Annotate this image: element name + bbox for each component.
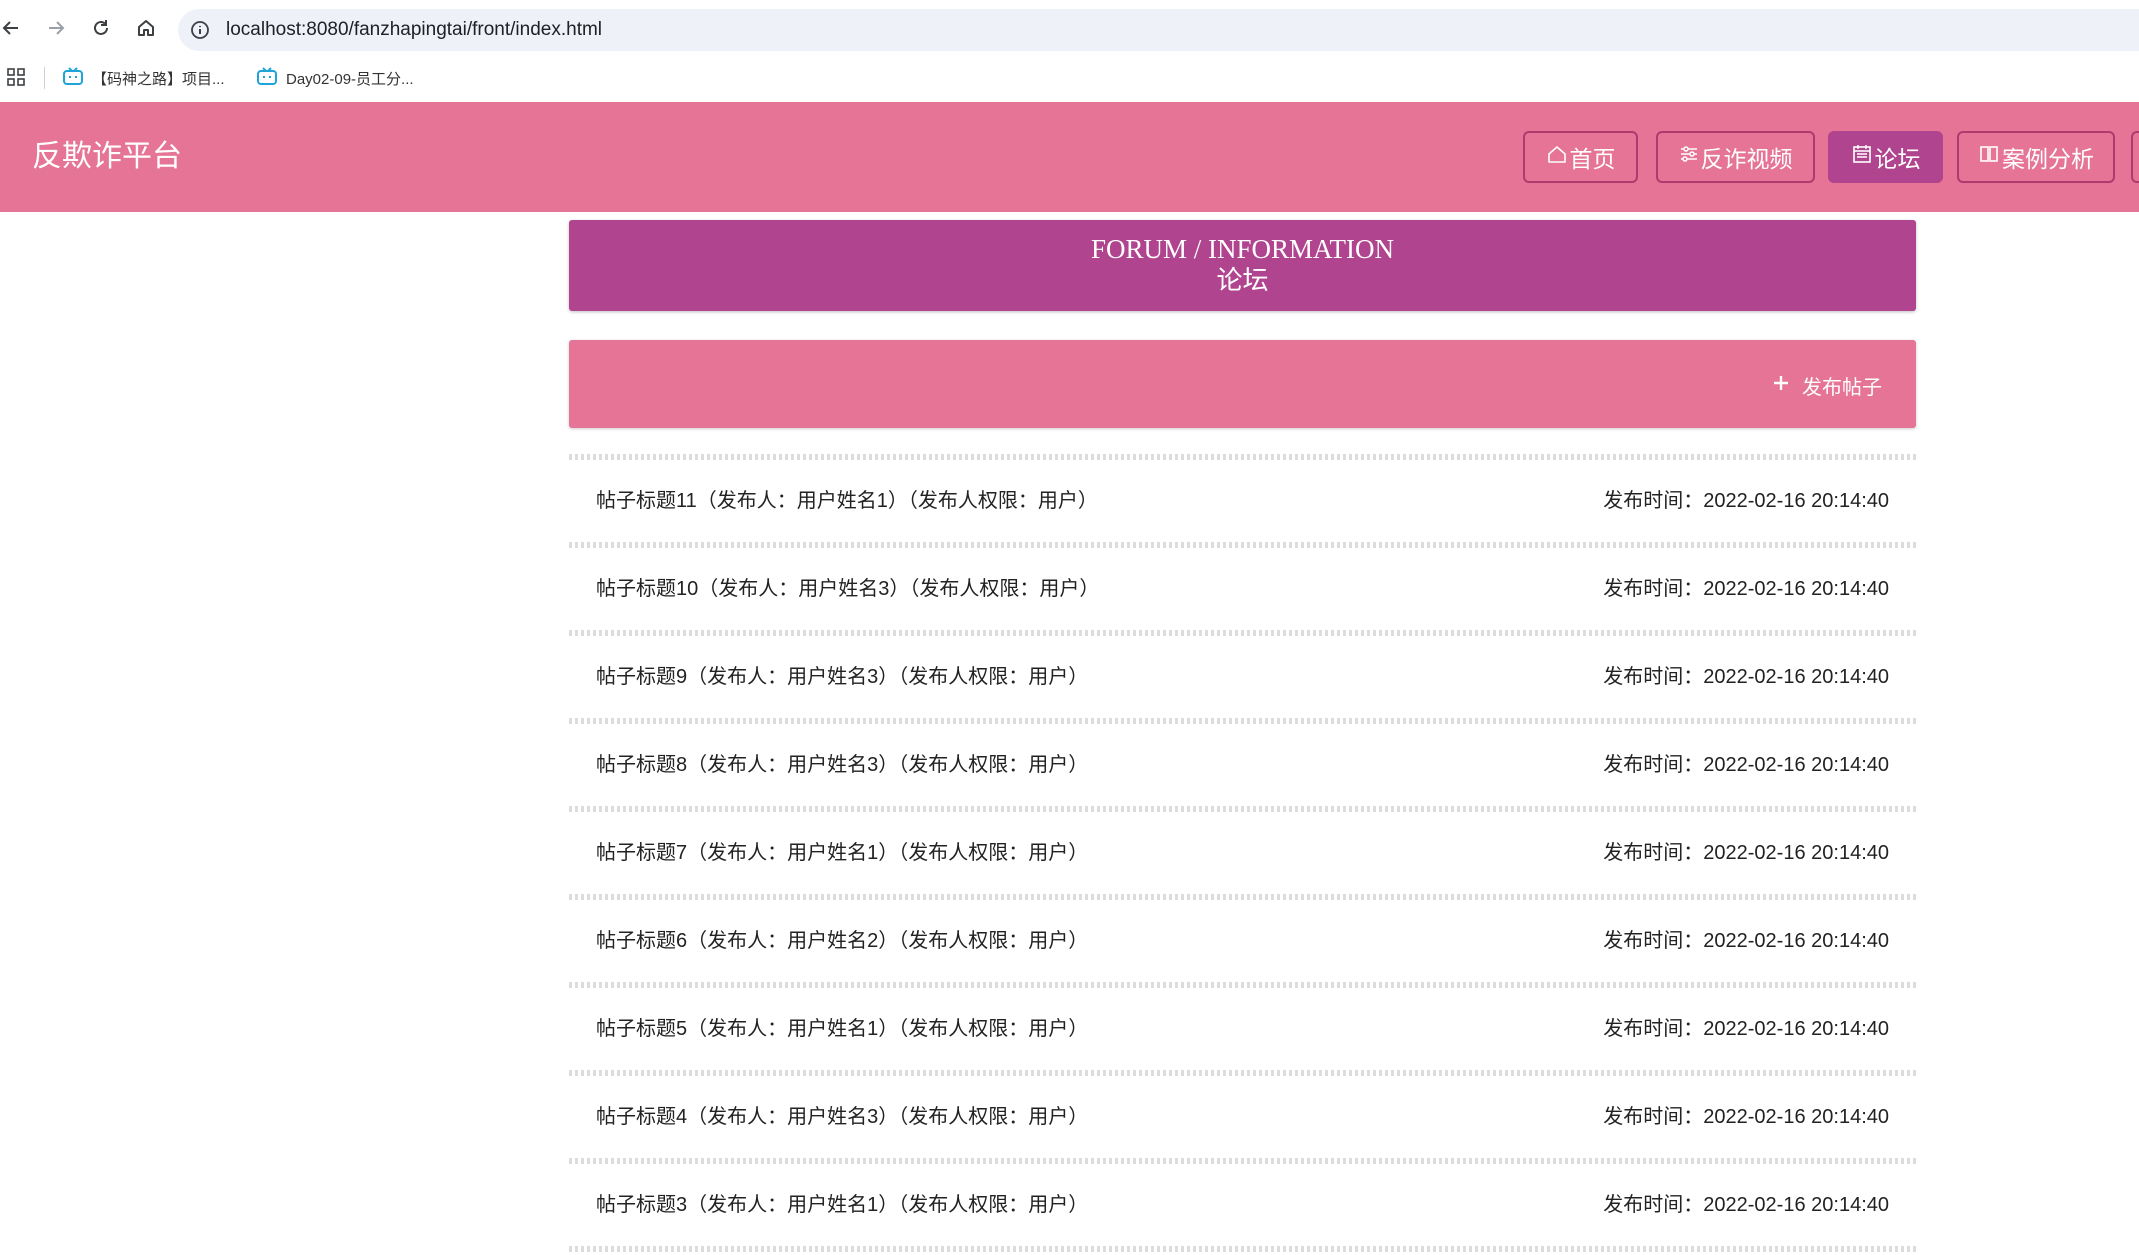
address-bar[interactable]: localhost:8080/fanzhapingtai/front/index… <box>178 9 2139 51</box>
post-row[interactable]: 帖子标题10（发布人：用户姓名3）（发布人权限：用户） 发布时间：2022-02… <box>569 548 1916 630</box>
dotted-divider <box>569 1246 1916 1252</box>
post-row[interactable]: 帖子标题9（发布人：用户姓名3）（发布人权限：用户） 发布时间：2022-02-… <box>569 636 1916 718</box>
nav-label: 反诈视频 <box>1700 147 1793 173</box>
banner-title-en: FORUM / INFORMATION <box>1090 234 1395 264</box>
post-time: 发布时间：2022-02-16 20:14:40 <box>1603 754 1889 776</box>
plus-icon <box>1772 373 1790 397</box>
post-title[interactable]: 帖子标题10（发布人：用户姓名3）（发布人权限：用户） <box>596 548 1099 630</box>
forum-action-bar: 发布帖子 <box>569 340 1916 428</box>
reload-icon[interactable] <box>84 11 118 45</box>
post-title[interactable]: 帖子标题11（发布人：用户姓名1）（发布人权限：用户） <box>596 460 1098 542</box>
back-icon[interactable] <box>0 11 28 45</box>
bilibili-icon <box>256 66 278 90</box>
post-time: 发布时间：2022-02-16 20:14:40 <box>1603 1018 1889 1040</box>
bookmark-label: Day02-09-员工分... <box>286 70 414 88</box>
site-header: 反欺诈平台 首页 反诈视频 论坛 案例分析 <box>0 102 2139 212</box>
home-icon[interactable] <box>129 11 163 45</box>
browser-toolbar: localhost:8080/fanzhapingtai/front/index… <box>0 0 2139 59</box>
post-row[interactable]: 帖子标题5（发布人：用户姓名1）（发布人权限：用户） 发布时间：2022-02-… <box>569 988 1916 1070</box>
forward-icon[interactable] <box>39 11 73 45</box>
forum-post-list: 帖子标题11（发布人：用户姓名1）（发布人权限：用户） 发布时间：2022-02… <box>569 454 1916 1252</box>
nav-case-analysis[interactable]: 案例分析 <box>1957 131 2115 183</box>
nav-label: 论坛 <box>1874 147 1921 173</box>
post-time: 发布时间：2022-02-16 20:14:40 <box>1603 490 1889 512</box>
publish-post-button[interactable]: 发布帖子 <box>1772 370 1882 400</box>
apps-grid-icon[interactable] <box>6 67 26 91</box>
site-title[interactable]: 反欺诈平台 <box>32 137 182 177</box>
post-time: 发布时间：2022-02-16 20:14:40 <box>1603 930 1889 952</box>
post-time: 发布时间：2022-02-16 20:14:40 <box>1603 842 1889 864</box>
post-title[interactable]: 帖子标题6（发布人：用户姓名2）（发布人权限：用户） <box>596 900 1088 982</box>
bilibili-icon <box>62 66 84 90</box>
calendar-icon <box>1851 143 1873 171</box>
post-title[interactable]: 帖子标题4（发布人：用户姓名3）（发布人权限：用户） <box>596 1076 1088 1158</box>
post-title[interactable]: 帖子标题9（发布人：用户姓名3）（发布人权限：用户） <box>596 636 1088 718</box>
post-title[interactable]: 帖子标题3（发布人：用户姓名1）（发布人权限：用户） <box>596 1164 1088 1246</box>
post-row[interactable]: 帖子标题4（发布人：用户姓名3）（发布人权限：用户） 发布时间：2022-02-… <box>569 1076 1916 1158</box>
post-title[interactable]: 帖子标题7（发布人：用户姓名1）（发布人权限：用户） <box>596 812 1088 894</box>
nav-anti-fraud-videos[interactable]: 反诈视频 <box>1656 131 1815 183</box>
banner-title-cn: 论坛 <box>1216 266 1269 296</box>
publish-post-label: 发布帖子 <box>1802 374 1882 399</box>
post-time: 发布时间：2022-02-16 20:14:40 <box>1603 578 1889 600</box>
post-title[interactable]: 帖子标题8（发布人：用户姓名3）（发布人权限：用户） <box>596 724 1088 806</box>
post-title[interactable]: 帖子标题5（发布人：用户姓名1）（发布人权限：用户） <box>596 988 1088 1070</box>
nav-label: 首页 <box>1569 147 1616 173</box>
nav-forum[interactable]: 论坛 <box>1828 131 1943 183</box>
nav-more-item[interactable] <box>2131 131 2139 183</box>
bookmark-1[interactable]: 【码神之路】项目... <box>62 65 225 91</box>
sliders-icon <box>1679 144 1699 170</box>
post-row[interactable]: 帖子标题7（发布人：用户姓名1）（发布人权限：用户） 发布时间：2022-02-… <box>569 812 1916 894</box>
site-info-icon[interactable] <box>188 18 212 42</box>
post-row[interactable]: 帖子标题11（发布人：用户姓名1）（发布人权限：用户） 发布时间：2022-02… <box>569 460 1916 542</box>
grid-icon <box>1978 143 2000 171</box>
nav-home[interactable]: 首页 <box>1523 131 1638 183</box>
bookmarks-separator <box>44 67 45 89</box>
post-row[interactable]: 帖子标题3（发布人：用户姓名1）（发布人权限：用户） 发布时间：2022-02-… <box>569 1164 1916 1246</box>
post-time: 发布时间：2022-02-16 20:14:40 <box>1603 1106 1889 1128</box>
post-time: 发布时间：2022-02-16 20:14:40 <box>1603 666 1889 688</box>
nav-label: 案例分析 <box>2002 147 2094 173</box>
home-icon <box>1546 143 1568 171</box>
post-row[interactable]: 帖子标题6（发布人：用户姓名2）（发布人权限：用户） 发布时间：2022-02-… <box>569 900 1916 982</box>
forum-banner: FORUM / INFORMATION 论坛 <box>569 220 1916 311</box>
url-text: localhost:8080/fanzhapingtai/front/index… <box>226 19 603 40</box>
post-time: 发布时间：2022-02-16 20:14:40 <box>1603 1194 1889 1216</box>
post-row[interactable]: 帖子标题8（发布人：用户姓名3）（发布人权限：用户） 发布时间：2022-02-… <box>569 724 1916 806</box>
bookmark-2[interactable]: Day02-09-员工分... <box>256 65 414 91</box>
bookmark-label: 【码神之路】项目... <box>92 70 225 88</box>
